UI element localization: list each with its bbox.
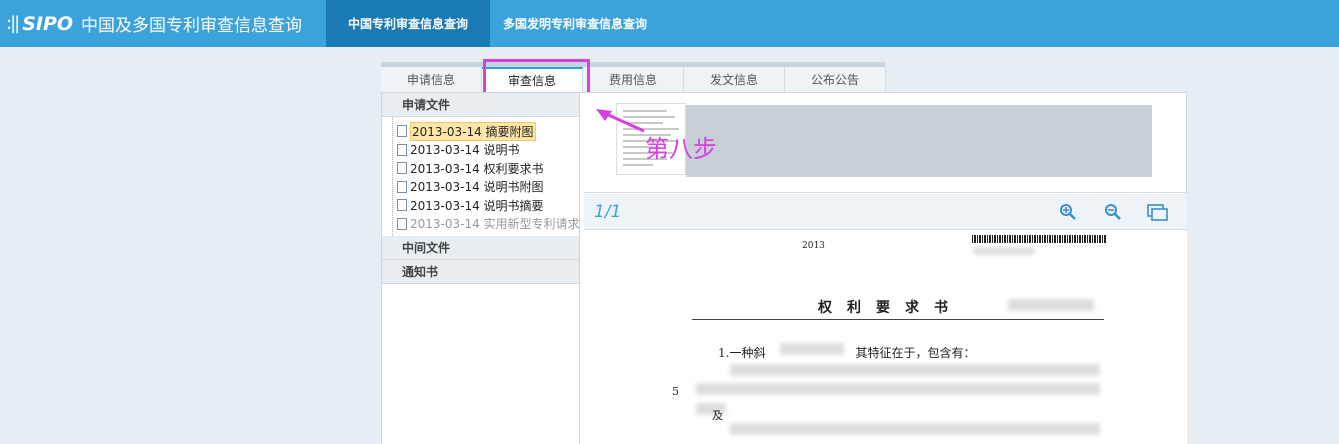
annotation-arrow-icon <box>596 109 645 133</box>
top-header: :|| SIPO 中国及多国专利审查信息查询 中国专利审查信息查询 多国发明专利… <box>0 0 1339 47</box>
section-notices[interactable]: 通知书 <box>382 260 579 284</box>
content-panel: 申请文件 2013-03-14 摘要附图 2013-03-14 说明书 2013… <box>381 92 1187 444</box>
file-label: 2013-03-14 说明书摘要 <box>410 198 544 213</box>
section-application-files[interactable]: 申请文件 <box>382 93 579 117</box>
tab-fee-info[interactable]: 费用信息 <box>583 67 684 92</box>
file-label: 2013-03-14 说明书 <box>410 143 520 158</box>
thumbnail-placeholder <box>686 105 1152 177</box>
tab-dispatch-info[interactable]: 发文信息 <box>684 67 785 92</box>
nav-multi-country-query[interactable]: 多国发明专利审查信息查询 <box>490 0 660 47</box>
nav-china-patent-query[interactable]: 中国专利审查信息查询 <box>326 0 490 47</box>
document-tail-text: 及 <box>712 409 723 422</box>
site-title: 中国及多国专利审查信息查询 <box>81 16 303 36</box>
viewer-toolbar: 1/1 <box>584 194 1187 230</box>
file-sidebar: 申请文件 2013-03-14 摘要附图 2013-03-14 说明书 2013… <box>382 93 580 444</box>
fit-window-icon[interactable] <box>1147 202 1169 222</box>
document-date: 2013 <box>802 241 825 251</box>
claim-text: 1.一种斜 其特征在于，包含有： <box>718 344 975 361</box>
section-intermediate-files[interactable]: 中间文件 <box>382 236 579 260</box>
document-icon <box>397 143 407 156</box>
info-tabs: 申请信息 审查信息 费用信息 发文信息 公布公告 <box>381 67 886 92</box>
claim-mid: 其特征在于，包含有： <box>855 346 976 360</box>
file-label: 2013-03-14 权利要求书 <box>410 161 544 176</box>
logo-text: SIPO <box>22 12 74 35</box>
file-item[interactable]: 2013-03-14 权利要求书 <box>393 159 579 178</box>
page-indicator: 1/1 <box>594 202 622 222</box>
barcode <box>972 235 1107 243</box>
sipo-logo[interactable]: :|| SIPO 中国及多国专利审查信息查询 <box>6 0 302 47</box>
tab-application-info[interactable]: 申请信息 <box>381 67 482 92</box>
file-item[interactable]: 2013-03-14 说明书附图 <box>393 178 579 197</box>
line-number: 5 <box>672 385 679 398</box>
file-label: 2013-03-14 摘要附图 <box>410 122 536 141</box>
file-item[interactable]: 2013-03-14 实用新型专利请求书 <box>393 215 579 234</box>
annotation-step-label: 第八步 <box>645 135 717 163</box>
document-title: 权利要求书 <box>818 300 963 316</box>
file-item[interactable]: 2013-03-14 摘要附图 <box>393 122 579 141</box>
application-file-list: 2013-03-14 摘要附图 2013-03-14 说明书 2013-03-1… <box>392 117 579 236</box>
thumbnail-strip: 第八步 <box>584 93 1187 193</box>
file-item[interactable]: 2013-03-14 说明书 <box>393 141 579 160</box>
sipo-logo-icon: :|| <box>6 13 20 34</box>
zoom-out-icon[interactable] <box>1102 202 1124 222</box>
title-underline <box>692 319 1104 320</box>
document-viewer: 第八步 1/1 2013 权利要求书 1.一种斜 其特征在于，包含有： 5 及 <box>584 93 1187 444</box>
file-item[interactable]: 2013-03-14 说明书摘要 <box>393 196 579 215</box>
zoom-in-icon[interactable] <box>1057 202 1079 222</box>
document-page: 2013 权利要求书 1.一种斜 其特征在于，包含有： 5 及 <box>584 231 1187 444</box>
file-label: 2013-03-14 说明书附图 <box>410 180 544 195</box>
main-nav: 中国专利审查信息查询 多国发明专利审查信息查询 <box>326 0 660 47</box>
document-icon <box>397 180 407 193</box>
tab-publication[interactable]: 公布公告 <box>785 67 886 92</box>
document-icon <box>397 125 407 138</box>
document-icon <box>397 199 407 212</box>
claim-start: 1.一种斜 <box>718 346 766 360</box>
document-icon <box>397 162 407 175</box>
file-label: 2013-03-14 实用新型专利请求书 <box>410 217 579 232</box>
document-icon <box>397 217 407 230</box>
